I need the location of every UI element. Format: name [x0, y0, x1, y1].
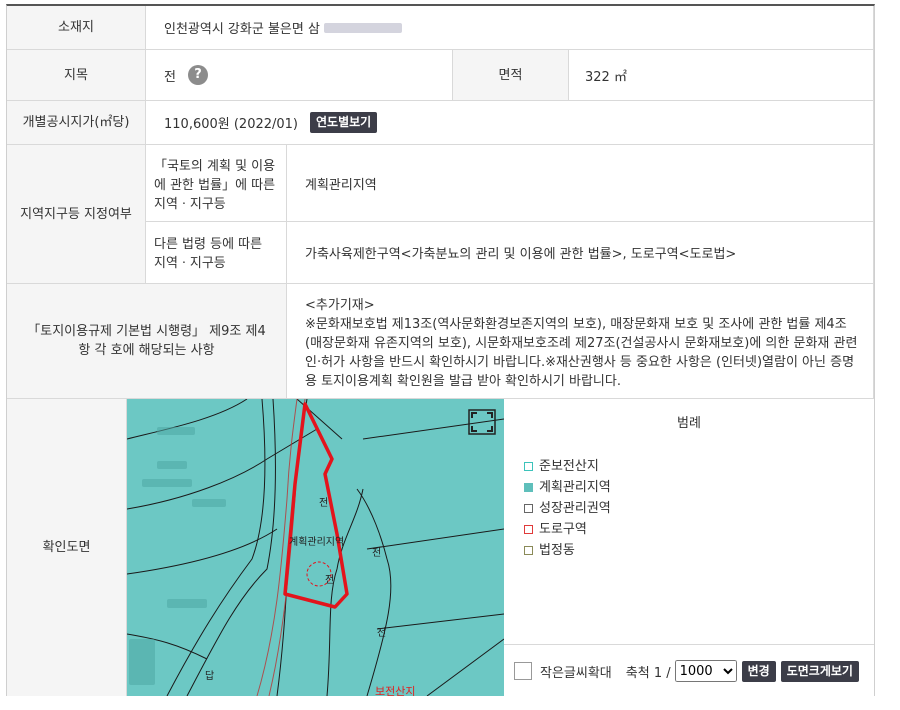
legend-label: 성장관리권역	[539, 501, 611, 516]
legend-item: 법정동	[524, 540, 611, 561]
land-category-label: 지목	[7, 50, 146, 101]
map-lot-label: 천	[372, 548, 382, 559]
land-category-cell: 전 ?	[146, 50, 453, 101]
area-value: 322 ㎡	[569, 50, 874, 101]
legend-swatch	[524, 483, 533, 492]
scale-select[interactable]: 1000	[674, 660, 737, 682]
legend-swatch	[524, 525, 533, 534]
area-label: 면적	[453, 50, 569, 101]
map-controls: 작은글씨확대 축척 1 / 1000 변경 도면크게보기	[504, 644, 874, 697]
legend-item: 준보전산지	[524, 456, 611, 477]
view-large-map-button[interactable]: 도면크게보기	[780, 660, 859, 682]
redacted-label	[157, 461, 187, 469]
redacted-address	[323, 22, 402, 33]
enlarge-text-label[interactable]: 작은글씨확대	[540, 662, 612, 681]
map-lot-label: 전	[319, 498, 329, 509]
scale-label: 축척 1 /	[625, 665, 671, 681]
legend-item: 계획관리지역	[524, 477, 611, 498]
regulation-body: ※문화재보호법 제13조(역사문화환경보존지역의 보호), 매장문화재 보호 및…	[305, 317, 858, 389]
land-use-plan-table: 소재지 인천광역시 강화군 불은면 삼 지목 전 ? 면적 322 ㎡ 개별공시…	[6, 4, 875, 697]
price-cell: 110,600원 (2022/01) 연도별보기	[146, 101, 874, 145]
price-value: 110,600원 (2022/01)	[164, 117, 299, 132]
location-value: 인천광역시 강화군 불은면 삼	[164, 22, 320, 37]
location-label: 소재지	[7, 6, 146, 50]
redacted-label	[142, 479, 192, 487]
zone-sub1-value: 계획관리지역	[287, 145, 874, 222]
legend-label: 도로구역	[539, 522, 587, 537]
redacted-label	[157, 427, 195, 435]
map-lot-label: 전	[325, 575, 335, 586]
map-label: 확인도면	[7, 399, 127, 696]
change-scale-button[interactable]: 변경	[741, 660, 776, 682]
legend-swatch	[524, 504, 533, 513]
location-value-cell: 인천광역시 강화군 불은면 삼	[146, 6, 874, 50]
enlarge-text-checkbox[interactable]	[514, 662, 532, 680]
legend-swatch	[524, 462, 533, 471]
legend-label: 계획관리지역	[539, 480, 611, 495]
map-lot-label: 답	[205, 671, 215, 682]
map-zone-label: 계획관리지역	[289, 537, 345, 548]
legend-label: 법정동	[539, 543, 575, 558]
cadastral-map[interactable]: 계획관리지역 전 천 전 전 답 보전산지	[127, 399, 504, 696]
map-red-label: 보전산지	[375, 685, 416, 696]
land-category-value: 전	[164, 69, 176, 85]
zone-sub2-value: 가축사육제한구역<가축분뇨의 관리 및 이용에 관한 법률>, 도로구역<도로법…	[287, 222, 874, 284]
regulation-value-cell: <추가기재> ※문화재보호법 제13조(역사문화환경보존지역의 보호), 매장문…	[287, 284, 874, 399]
zone-sub1-label: 「국토의 계획 및 이용에 관한 법률」에 따른 지역ㆍ지구등	[146, 145, 287, 222]
price-label: 개별공시지가(㎡당)	[7, 101, 146, 145]
redacted-label	[129, 639, 155, 685]
legend-item: 도로구역	[524, 519, 611, 540]
regulation-title: <추가기재>	[305, 298, 375, 313]
legend-label: 준보전산지	[539, 459, 599, 474]
yearly-view-button[interactable]: 연도별보기	[310, 112, 378, 133]
map-lot-label: 전	[377, 628, 387, 639]
help-icon[interactable]: ?	[187, 65, 208, 85]
redacted-label	[192, 499, 226, 507]
redacted-label	[167, 599, 207, 608]
legend-swatch	[524, 546, 533, 555]
zone-sub2-label: 다른 법령 등에 따른 지역ㆍ지구등	[146, 222, 287, 284]
legend-title: 범례	[504, 399, 874, 445]
legend-list: 준보전산지 계획관리지역 성장관리권역 도로구역 법정동	[524, 456, 611, 561]
regulation-label: 「토지이용규제 기본법 시행령」 제9조 제4항 각 호에 해당되는 사항	[7, 284, 287, 399]
zone-label: 지역지구등 지정여부	[7, 145, 146, 284]
legend-item: 성장관리권역	[524, 498, 611, 519]
